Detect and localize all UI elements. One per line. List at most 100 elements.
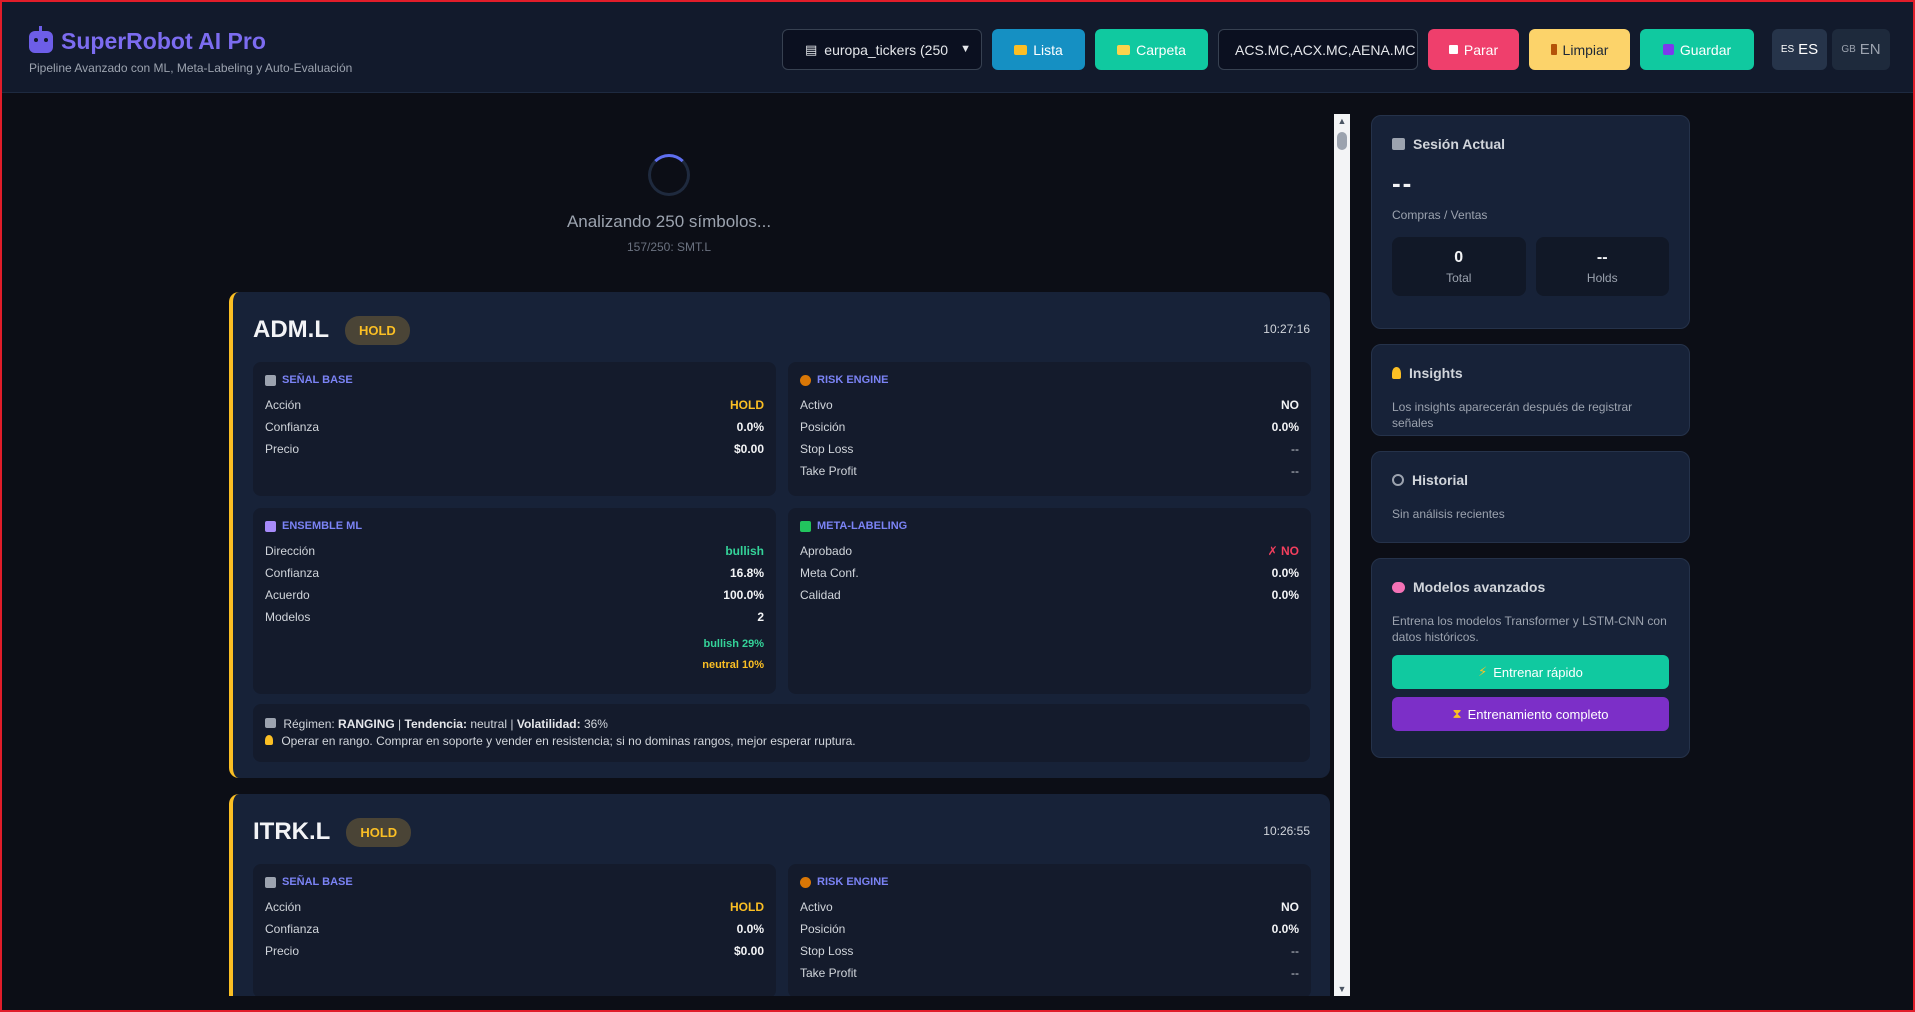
row-label: Stop Loss [800, 944, 854, 958]
panel-title: SEÑAL BASE [265, 374, 764, 386]
meta-labeling-panel: META-LABELING Aprobado ✗ NO Meta Conf. 0.0… [788, 508, 1311, 694]
row-value: $0.00 [733, 442, 764, 456]
row-value: $0.00 [733, 944, 764, 958]
row-posicion: Posición 0.0% [800, 918, 1299, 940]
limpiar-button[interactable]: Limpiar [1529, 29, 1630, 70]
scroll-up-icon[interactable]: ▲ [1334, 114, 1350, 128]
row-confianza: Confianza 0.0% [265, 918, 764, 940]
panel-title: RISK ENGINE [800, 374, 1299, 386]
row-label: Precio [265, 944, 300, 958]
guardar-button[interactable]: Guardar [1640, 29, 1754, 70]
train-quick-button[interactable]: ⚡ Entrenar rápido [1392, 655, 1669, 689]
row-posicion: Posición 0.0% [800, 416, 1299, 438]
session-stats: 0 Total -- Holds [1392, 237, 1669, 296]
card-ticker: ADM.L [253, 316, 329, 343]
history-panel: Historial Sin análisis recientes [1371, 451, 1690, 543]
panel-title-text: SEÑAL BASE [282, 876, 353, 888]
panel-title-text: RISK ENGINE [817, 876, 889, 888]
row-confianza: Confianza 0.0% [265, 416, 764, 438]
row-stop-loss: Stop Loss -- [800, 940, 1299, 962]
regime-line: Régimen: RANGING | Tendencia: neutral | … [265, 716, 1298, 733]
row-acuerdo: Acuerdo 100.0% [265, 584, 764, 606]
row-label: Acción [265, 900, 302, 914]
history-title-text: Historial [1412, 472, 1469, 488]
regime-label: Régimen: [283, 717, 335, 731]
row-value: NO [1281, 900, 1299, 914]
stat-total-value: 0 [1454, 249, 1464, 266]
lightbulb-icon [1392, 367, 1401, 379]
app-title: SuperRobot AI Pro [61, 28, 266, 54]
chevron-down-icon: ▼ [960, 43, 971, 55]
row-label: Activo [800, 900, 833, 914]
row-value: ✗ NO [1267, 544, 1299, 558]
history-text: Sin análisis recientes [1392, 507, 1505, 521]
regime-value: RANGING [338, 717, 395, 731]
session-title: Sesión Actual [1392, 136, 1669, 152]
row-label: Meta Conf. [800, 566, 859, 580]
row-take-profit: Take Profit -- [800, 460, 1299, 482]
panel-title-text: META-LABELING [817, 520, 908, 532]
history-title: Historial [1392, 472, 1669, 488]
row-value: 0.0% [1271, 922, 1299, 936]
row-label: Dirección [265, 544, 316, 558]
carpeta-button[interactable]: Carpeta [1095, 29, 1208, 70]
lang-en-label: EN [1859, 41, 1881, 58]
session-caption: Compras / Ventas [1392, 208, 1488, 222]
signal-card: ITRK.L HOLD 10:26:55 SEÑAL BASE Acción HO… [229, 794, 1330, 996]
scroll-down-icon[interactable]: ▼ [1334, 982, 1350, 996]
check-icon [800, 520, 811, 532]
feed-scrollbar[interactable]: ▲ ▼ [1334, 114, 1350, 996]
loading-text: Analizando 250 símbolos... [566, 212, 772, 231]
distribution: bullish 29% neutral 10% [265, 634, 764, 676]
risk-engine-panel: RISK ENGINE Activo NO Posición 0.0% Stop L… [788, 362, 1311, 496]
hourglass-icon: ⧗ [1452, 706, 1462, 721]
stat-holds: -- Holds [1535, 237, 1669, 296]
regime-tip: Operar en rango. Comprar en soporte y ve… [265, 733, 1298, 750]
carpeta-label: Carpeta [1136, 41, 1186, 58]
row-accion: Acción HOLD [265, 896, 764, 918]
parar-button[interactable]: Parar [1428, 29, 1519, 70]
row-label: Posición [800, 922, 846, 936]
money-bag-icon [800, 876, 811, 888]
row-value: HOLD [730, 900, 764, 914]
models-title-text: Modelos avanzados [1413, 579, 1546, 595]
stat-holds-value: -- [1596, 249, 1608, 266]
card-header: ADM.L HOLD 10:27:16 [253, 312, 1310, 348]
row-label: Acción [265, 398, 302, 412]
row-value: 0.0% [736, 922, 764, 936]
folder-icon [1014, 44, 1028, 55]
lang-es-label: ES [1798, 41, 1819, 58]
row-precio: Precio $0.00 [265, 940, 764, 962]
card-time: 10:27:16 [1263, 322, 1310, 336]
row-label: Activo [800, 398, 833, 412]
card-grid: SEÑAL BASE Acción HOLD Confianza 0.0% Prec… [253, 362, 1311, 694]
models-panel: Modelos avanzados Entrena los modelos Tr… [1371, 558, 1690, 758]
row-value: -- [1291, 966, 1299, 980]
train-full-button[interactable]: ⧗ Entrenamiento completo [1392, 697, 1669, 731]
row-value: -- [1291, 464, 1299, 478]
row-value: 0.0% [1271, 588, 1299, 602]
train-quick-label: Entrenar rápido [1493, 664, 1583, 680]
row-meta-conf: Meta Conf. 0.0% [800, 562, 1299, 584]
brand-title: SuperRobot AI Pro [29, 25, 352, 55]
panel-title: META-LABELING [800, 520, 1299, 532]
regime-tip-text: Operar en rango. Comprar en soporte y ve… [281, 734, 856, 748]
row-precio: Precio $0.00 [265, 438, 764, 460]
action-badge: HOLD [344, 315, 410, 345]
row-label: Acuerdo [265, 588, 310, 602]
lang-es-button[interactable]: ES ES [1772, 29, 1827, 70]
scroll-thumb[interactable] [1337, 132, 1347, 150]
stat-total: 0 Total [1392, 237, 1526, 296]
card-header: ITRK.L HOLD 10:26:55 [253, 814, 1310, 850]
row-label: Aprobado [800, 544, 853, 558]
lista-button[interactable]: Lista [992, 29, 1085, 70]
stat-total-label: Total [1446, 271, 1472, 285]
brain-icon [1392, 581, 1405, 593]
lang-en-button[interactable]: GB EN [1832, 29, 1890, 70]
ticker-list-select[interactable]: ▤ europa_tickers (250 ▼ [782, 29, 982, 70]
row-label: Confianza [265, 420, 320, 434]
symbols-input[interactable]: ACS.MC,ACX.MC,AENA.MC [1218, 29, 1418, 70]
card-ticker: ITRK.L [253, 818, 331, 845]
row-label: Precio [265, 442, 300, 456]
insights-title-text: Insights [1409, 365, 1463, 381]
